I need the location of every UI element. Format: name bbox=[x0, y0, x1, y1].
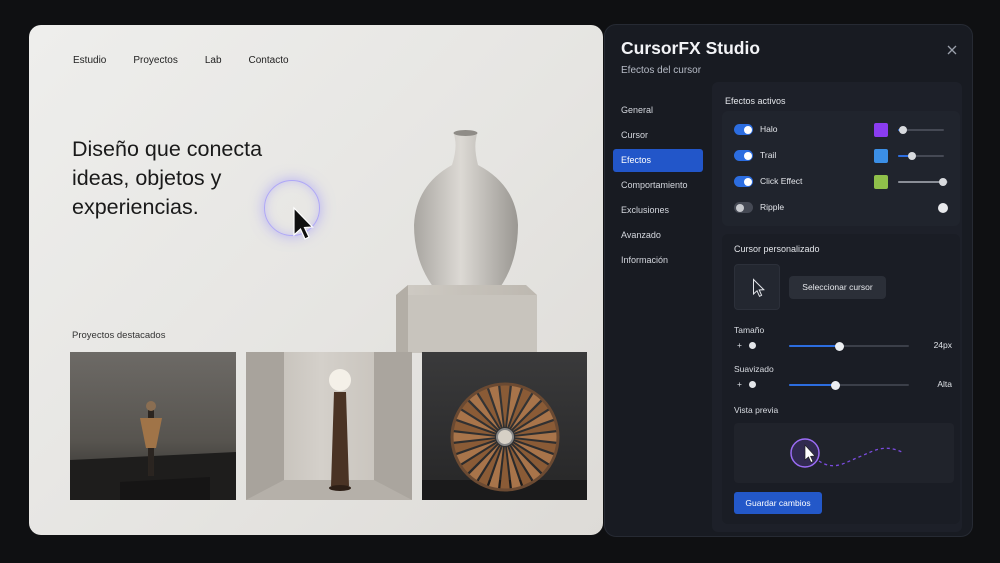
click-effect-color-swatch[interactable] bbox=[874, 175, 888, 189]
effect-row-click: Click Effect bbox=[734, 175, 958, 189]
halo-color-swatch[interactable] bbox=[874, 123, 888, 137]
trail-toggle[interactable] bbox=[734, 150, 753, 161]
size-value: 24px bbox=[933, 340, 952, 350]
cursor-preview-area bbox=[734, 423, 954, 483]
slider-fill bbox=[789, 345, 840, 347]
effect-label: Trail bbox=[760, 150, 777, 160]
featured-projects-label: Proyectos destacados bbox=[72, 330, 166, 341]
ripple-option-handle[interactable] bbox=[938, 203, 948, 213]
vase-image bbox=[396, 130, 537, 353]
sidebar-item-informacion[interactable]: Información bbox=[613, 249, 703, 272]
effect-label: Ripple bbox=[760, 202, 785, 212]
sidebar-item-comportamiento[interactable]: Comportamiento bbox=[613, 174, 703, 197]
size-label: Tamaño bbox=[734, 325, 765, 335]
slider-fill bbox=[789, 384, 836, 386]
ripple-toggle[interactable] bbox=[734, 202, 753, 213]
nav-link-proyectos[interactable]: Proyectos bbox=[133, 55, 177, 66]
sidebar-item-efectos[interactable]: Efectos bbox=[613, 149, 703, 172]
select-cursor-button[interactable]: Seleccionar cursor bbox=[789, 276, 886, 299]
project-thumb-lamp[interactable] bbox=[246, 352, 412, 500]
effect-label: Halo bbox=[760, 124, 778, 134]
trail-color-swatch[interactable] bbox=[874, 149, 888, 163]
project-thumb-wheel[interactable] bbox=[422, 352, 587, 500]
effect-row-trail: Trail bbox=[734, 149, 958, 163]
save-changes-button[interactable]: Guardar cambios bbox=[734, 492, 822, 514]
slider-handle[interactable] bbox=[834, 341, 844, 351]
close-icon[interactable] bbox=[943, 41, 961, 59]
slider-handle[interactable] bbox=[939, 178, 947, 186]
size-slider[interactable] bbox=[789, 341, 909, 351]
panel-title: CursorFX Studio bbox=[621, 38, 761, 58]
sidebar-item-avanzado[interactable]: Avanzado bbox=[613, 224, 703, 247]
cursor-thumbnail bbox=[734, 264, 780, 310]
site-nav: Estudio Proyectos Lab Contacto bbox=[73, 55, 289, 66]
custom-cursor-title: Cursor personalizado bbox=[734, 244, 820, 254]
nav-link-lab[interactable]: Lab bbox=[205, 55, 222, 66]
smoothing-value: Alta bbox=[937, 379, 952, 389]
effect-label: Click Effect bbox=[760, 176, 803, 186]
project-thumb-figurine[interactable] bbox=[70, 352, 236, 500]
arrow-cursor-icon bbox=[753, 278, 765, 297]
custom-cursor-section: Cursor personalizado Seleccionar cursor … bbox=[722, 234, 960, 524]
nav-link-contacto[interactable]: Contacto bbox=[249, 55, 289, 66]
trail-slider[interactable] bbox=[898, 152, 944, 160]
panel-sidebar: General Cursor Efectos Comportamiento Ex… bbox=[613, 99, 703, 274]
size-plus[interactable]: + bbox=[737, 340, 742, 350]
size-toggle-dot[interactable] bbox=[749, 342, 756, 349]
effect-row-ripple: Ripple bbox=[734, 201, 958, 215]
slider-handle[interactable] bbox=[898, 126, 907, 134]
smoothing-slider[interactable] bbox=[789, 380, 909, 390]
slider-handle[interactable] bbox=[831, 380, 841, 390]
smoothing-plus[interactable]: + bbox=[737, 379, 742, 389]
sidebar-item-exclusiones[interactable]: Exclusiones bbox=[613, 199, 703, 222]
nav-link-estudio[interactable]: Estudio bbox=[73, 55, 106, 66]
effect-row-halo: Halo bbox=[734, 123, 958, 137]
arrow-cursor-icon bbox=[293, 206, 314, 240]
click-effect-slider[interactable] bbox=[898, 178, 948, 186]
halo-slider[interactable] bbox=[898, 126, 944, 134]
sidebar-item-cursor[interactable]: Cursor bbox=[613, 124, 703, 147]
slider-handle[interactable] bbox=[907, 152, 916, 160]
effects-content: Efectos activos Halo Trail Click Effect … bbox=[712, 82, 962, 532]
halo-toggle[interactable] bbox=[734, 124, 753, 135]
panel-subtitle: Efectos del cursor bbox=[621, 65, 702, 76]
cursorfx-panel: CursorFX Studio Efectos del cursor Gener… bbox=[604, 24, 973, 537]
slider-fill bbox=[898, 181, 943, 183]
effects-section-title: Efectos activos bbox=[725, 96, 786, 106]
smoothing-toggle-dot[interactable] bbox=[749, 381, 756, 388]
website-preview: Estudio Proyectos Lab Contacto Diseño qu… bbox=[29, 25, 603, 535]
click-effect-toggle[interactable] bbox=[734, 176, 753, 187]
smoothing-label: Suavizado bbox=[734, 364, 774, 374]
preview-label: Vista previa bbox=[734, 405, 779, 415]
effects-list: Halo Trail Click Effect Ripple bbox=[722, 111, 960, 226]
trail-preview-graphic bbox=[790, 438, 905, 468]
sidebar-item-general[interactable]: General bbox=[613, 99, 703, 122]
